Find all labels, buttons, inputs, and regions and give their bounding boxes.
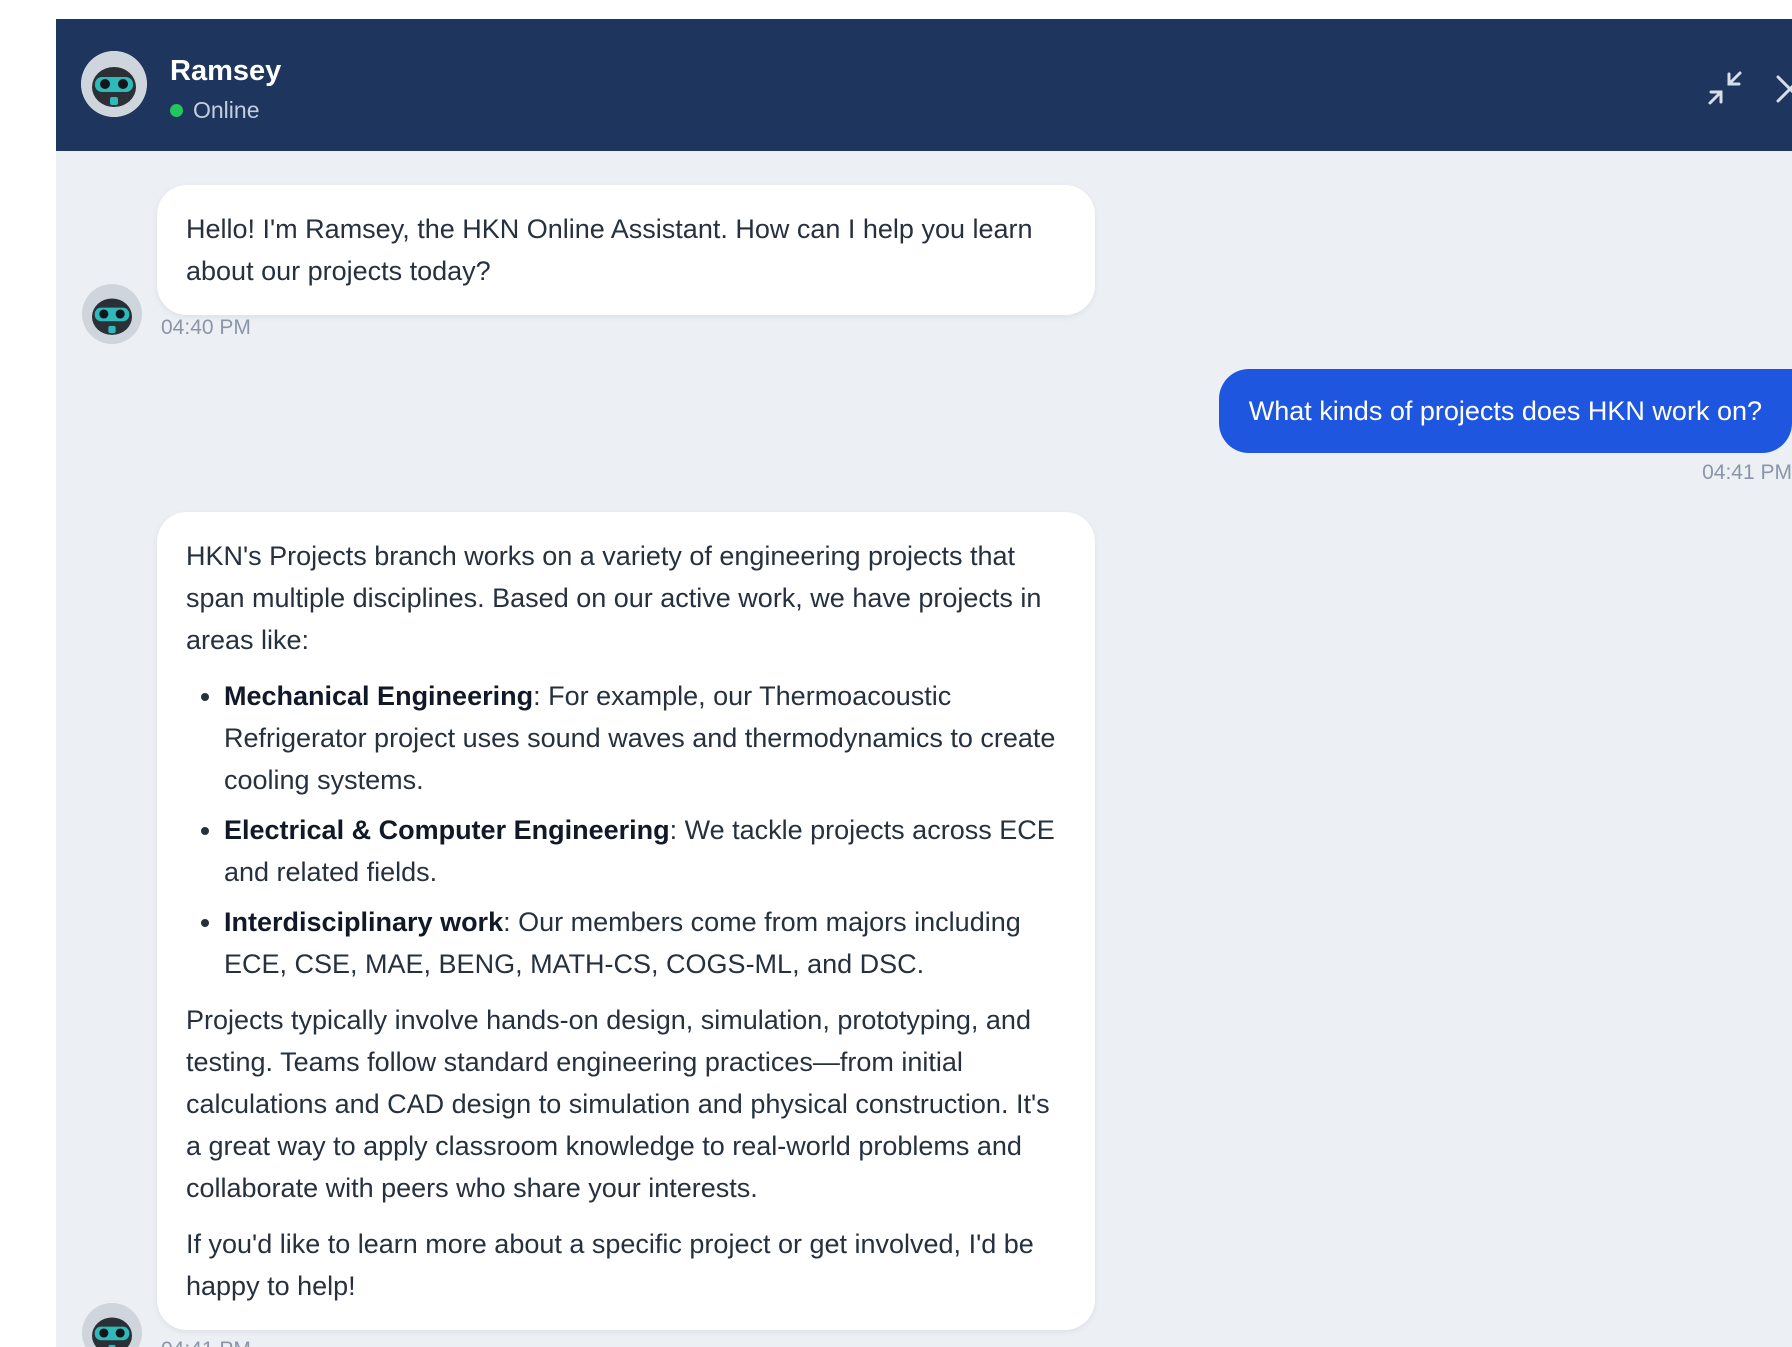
bot-message-bubble: Hello! I'm Ramsey, the HKN Online Assist… bbox=[157, 185, 1095, 315]
message-timestamp: 04:41 PM bbox=[1702, 461, 1792, 484]
message-text: Hello! I'm Ramsey, the HKN Online Assist… bbox=[186, 214, 1033, 286]
bot-message-bubble: HKN's Projects branch works on a variety… bbox=[157, 512, 1095, 1330]
list-item-title: Interdisciplinary work bbox=[224, 907, 504, 937]
list-item-title: Mechanical Engineering bbox=[224, 681, 534, 711]
chat-window: Ramsey Online Hello! I'm Ramsey, the HKN… bbox=[56, 19, 1792, 1347]
list-item-title: Electrical & Computer Engineering bbox=[224, 815, 670, 845]
close-icon bbox=[1776, 75, 1792, 103]
assistant-name: Ramsey bbox=[170, 55, 282, 87]
project-area-list: Mechanical Engineering: For example, our… bbox=[186, 675, 1066, 985]
robot-avatar-icon bbox=[82, 1303, 142, 1347]
robot-avatar-icon bbox=[82, 284, 142, 344]
message-paragraph: If you'd like to learn more about a spec… bbox=[186, 1229, 1034, 1301]
list-item: Electrical & Computer Engineering: We ta… bbox=[224, 809, 1066, 893]
status-indicator: Online bbox=[170, 95, 259, 125]
message-timestamp: 04:40 PM bbox=[161, 316, 251, 339]
message-timestamp: 04:41 PM bbox=[161, 1337, 251, 1347]
minimize-arrows-icon bbox=[1708, 71, 1742, 105]
online-status-dot bbox=[170, 103, 183, 117]
status-label: Online bbox=[193, 97, 260, 123]
robot-avatar-icon bbox=[81, 51, 147, 117]
close-button[interactable] bbox=[1772, 69, 1792, 109]
message-paragraph: HKN's Projects branch works on a variety… bbox=[186, 541, 1042, 655]
message-text: What kinds of projects does HKN work on? bbox=[1248, 396, 1762, 426]
list-item: Interdisciplinary work: Our members come… bbox=[224, 901, 1066, 985]
message-paragraph: Projects typically involve hands-on desi… bbox=[186, 1005, 1050, 1203]
chat-header: Ramsey Online bbox=[56, 19, 1792, 151]
user-message-bubble: What kinds of projects does HKN work on? bbox=[1218, 369, 1792, 453]
minimize-button[interactable] bbox=[1704, 67, 1746, 109]
list-item: Mechanical Engineering: For example, our… bbox=[224, 675, 1066, 801]
